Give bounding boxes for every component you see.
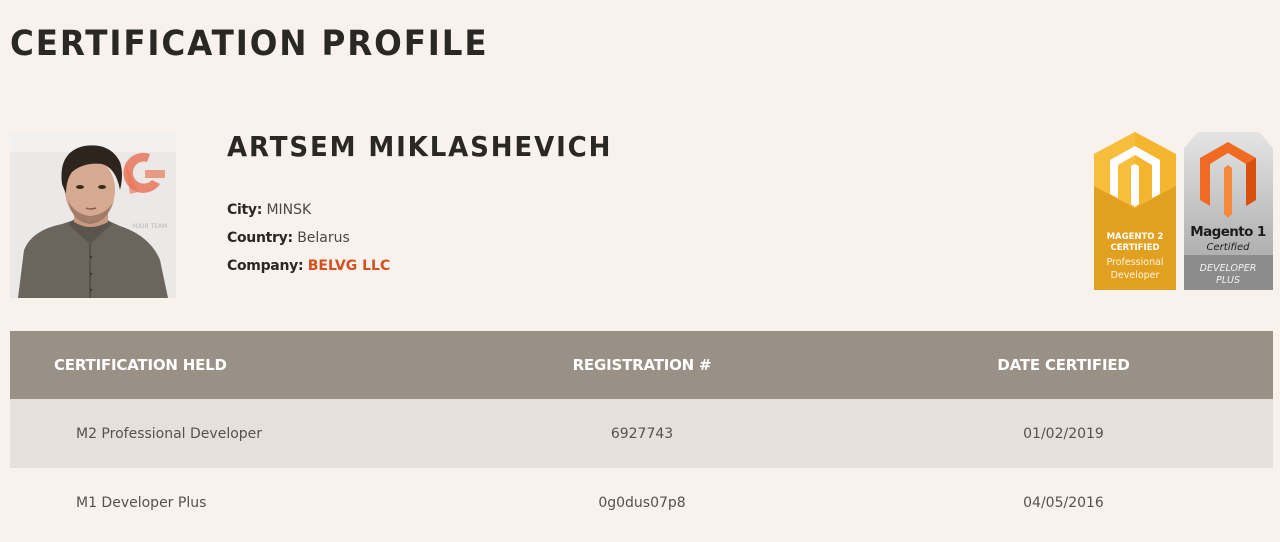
cell-registration: 6927743 xyxy=(610,425,674,442)
badge-m2-line4: Developer xyxy=(1111,270,1160,281)
certifications-table: CERTIFICATION HELD REGISTRATION # DATE C… xyxy=(10,331,1273,537)
table-row: M1 Developer Plus 0g0dus07p8 04/05/2016 xyxy=(10,468,1273,537)
badge-m1-line2: Certified xyxy=(1207,242,1251,253)
cell-date: 04/05/2016 xyxy=(1023,494,1104,511)
city-value: MINSK xyxy=(266,202,312,218)
cell-certification: M2 Professional Developer xyxy=(76,425,263,442)
table-header: CERTIFICATION HELD REGISTRATION # DATE C… xyxy=(10,331,1273,399)
city-field: City: MINSK xyxy=(227,202,311,218)
profile-photo: YOUR TEAM xyxy=(10,132,176,298)
company-field: Company: BELVG LLC xyxy=(227,258,390,274)
magento-1-certified-badge: Magento 1 Certified DEVELOPER PLUS xyxy=(1184,132,1273,290)
magento-2-certified-badge: MAGENTO 2 CERTIFIED Professional Develop… xyxy=(1094,132,1176,290)
header-certification-held: CERTIFICATION HELD xyxy=(54,356,227,374)
svg-text:YOUR TEAM: YOUR TEAM xyxy=(131,223,167,230)
city-label: City: xyxy=(227,202,262,218)
person-photo-icon: YOUR TEAM xyxy=(10,132,176,298)
magento-2-badge-icon: MAGENTO 2 CERTIFIED Professional Develop… xyxy=(1094,132,1176,290)
cell-certification: M1 Developer Plus xyxy=(76,494,207,511)
cell-registration: 0g0dus07p8 xyxy=(598,494,686,511)
page-title: CERTIFICATION PROFILE xyxy=(10,24,489,64)
country-label: Country: xyxy=(227,230,293,246)
country-value: Belarus xyxy=(297,230,350,246)
profile-name: ARTSEM MIKLASHEVICH xyxy=(227,130,613,163)
cell-date: 01/02/2019 xyxy=(1023,425,1104,442)
badge-m1-line4: PLUS xyxy=(1216,275,1240,286)
company-link[interactable]: BELVG LLC xyxy=(308,258,391,274)
badge-m2-line3: Professional xyxy=(1106,257,1163,268)
company-label: Company: xyxy=(227,258,304,274)
badge-m1-line1: Magento 1 xyxy=(1190,224,1266,240)
magento-1-badge-icon: Magento 1 Certified DEVELOPER PLUS xyxy=(1184,132,1273,290)
badge-m2-line2: CERTIFIED xyxy=(1111,243,1160,253)
header-date-certified: DATE CERTIFIED xyxy=(997,356,1130,374)
table-row: M2 Professional Developer 6927743 01/02/… xyxy=(10,399,1273,468)
header-registration: REGISTRATION # xyxy=(572,356,712,374)
country-field: Country: Belarus xyxy=(227,230,350,246)
badge-m1-line3: DEVELOPER xyxy=(1200,263,1257,274)
badge-m2-line1: MAGENTO 2 xyxy=(1107,232,1164,242)
